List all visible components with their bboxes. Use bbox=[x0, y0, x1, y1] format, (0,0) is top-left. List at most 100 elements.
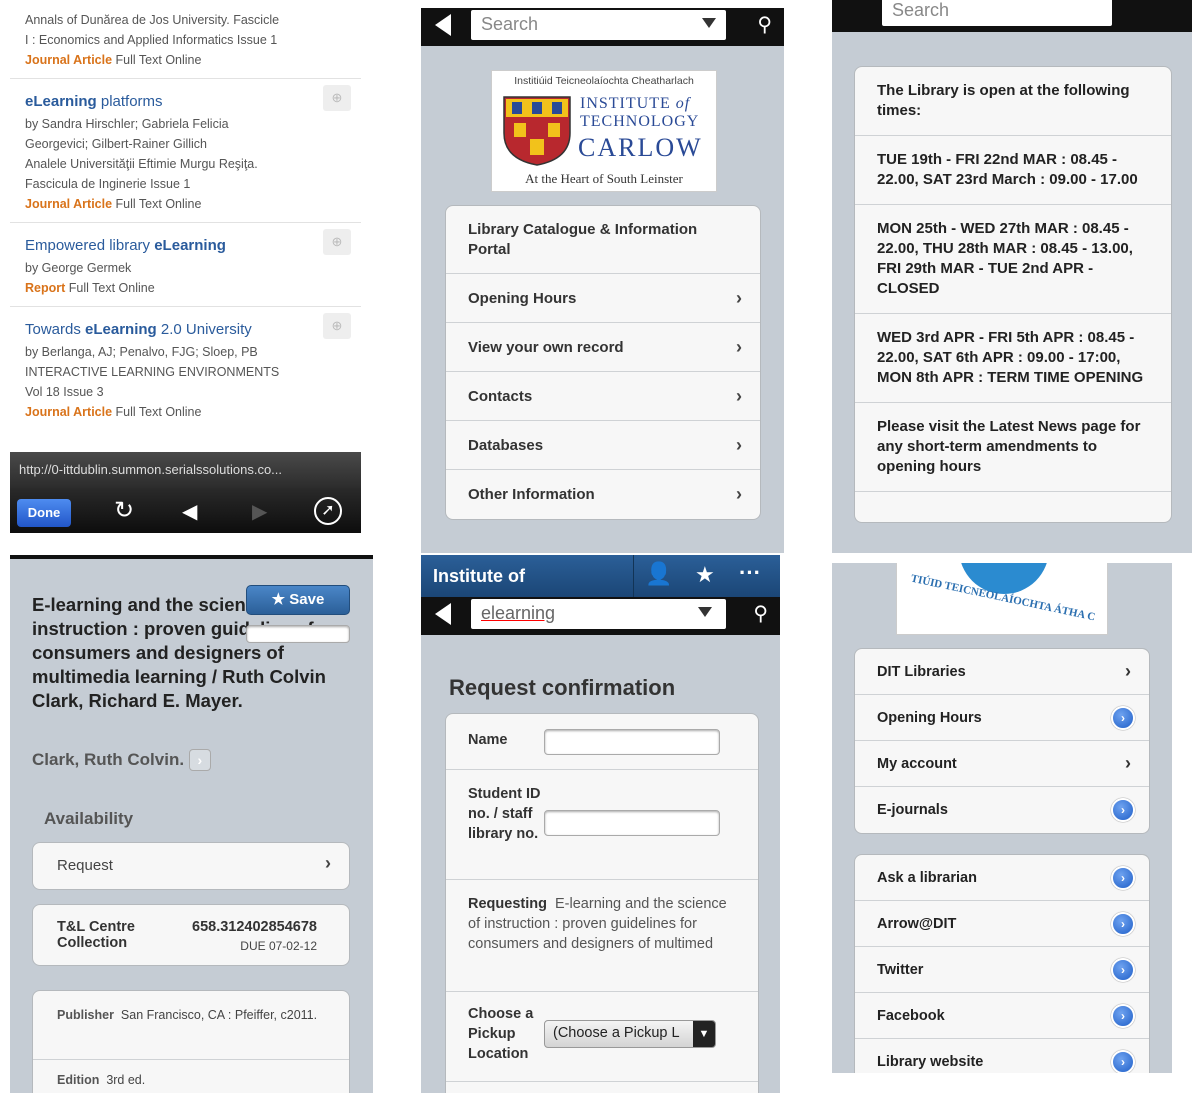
back-arrow-icon[interactable] bbox=[435, 14, 451, 36]
name-field[interactable] bbox=[544, 729, 720, 755]
id-field[interactable] bbox=[544, 810, 720, 836]
search-icon[interactable]: ⚲ bbox=[753, 601, 768, 626]
menu-item-twitter[interactable]: Twitter › bbox=[855, 947, 1149, 993]
menu-item-library-website[interactable]: Library website › bbox=[855, 1039, 1149, 1073]
dropdown-icon[interactable] bbox=[698, 607, 712, 617]
compass-icon[interactable]: ➚ bbox=[314, 497, 342, 525]
result-source: Annals of Dunărea de Jos University. Fas… bbox=[25, 13, 280, 27]
result-source: Analele Universităţii Eftimie Murgu Reşi… bbox=[25, 157, 258, 171]
request-form: Name Student ID no. / staff library no. … bbox=[445, 713, 759, 1093]
url-bar[interactable]: http://0-ittdublin.summon.serialssolutio… bbox=[10, 452, 361, 488]
name-row: Name bbox=[446, 714, 758, 770]
reload-icon[interactable]: ↻ bbox=[114, 496, 134, 525]
detail-disclosure-icon[interactable]: › bbox=[1111, 705, 1135, 730]
dropdown-icon[interactable] bbox=[702, 18, 716, 28]
star-icon[interactable]: ★ bbox=[695, 562, 715, 588]
menu-item-ask-librarian[interactable]: Ask a librarian › bbox=[855, 855, 1149, 901]
search-input[interactable]: elearning bbox=[471, 599, 726, 629]
chevron-right-icon: › bbox=[736, 287, 742, 308]
item-record-panel: E-learning and the science of instructio… bbox=[10, 555, 373, 1093]
menu-item-own-record[interactable]: View your own record › bbox=[446, 323, 760, 372]
menu-item-opening-hours[interactable]: Opening Hours › bbox=[446, 274, 760, 323]
add-to-folder-icon[interactable]: ⊕ bbox=[323, 229, 351, 255]
add-to-folder-icon[interactable]: ⊕ bbox=[323, 313, 351, 339]
id-label: Student ID no. / staff library no. bbox=[468, 786, 541, 842]
chevron-right-icon: › bbox=[736, 484, 742, 504]
hours-entry: WED 3rd APR - FRI 5th APR : 08.45 - 22.0… bbox=[855, 314, 1171, 403]
result-authors: Georgevici; Gilbert-Rainer Gillich bbox=[25, 137, 208, 151]
library-home-panel: Search ⚲ Institiúid Teicneolaíochta Chea… bbox=[421, 8, 784, 553]
user-icon[interactable]: 👤 bbox=[645, 561, 672, 587]
back-icon[interactable]: ◀ bbox=[182, 499, 197, 524]
call-number: 658.312402854678 bbox=[192, 919, 317, 935]
result-type: Journal Article bbox=[25, 53, 113, 67]
add-to-folder-icon[interactable]: ⊕ bbox=[323, 85, 351, 111]
author-link[interactable]: Clark, Ruth Colvin. › bbox=[32, 749, 211, 771]
requesting-row: Requesting E-learning and the science of… bbox=[446, 880, 758, 992]
chevron-right-icon: › bbox=[1125, 753, 1131, 773]
back-arrow-icon[interactable] bbox=[435, 603, 451, 625]
chevron-right-icon: › bbox=[736, 385, 742, 406]
dit-logo: TIÚID TEICNEOLAÍOCHTA ÁTHA C bbox=[896, 563, 1108, 635]
result-source: Fascicula de Inginerie Issue 1 bbox=[25, 177, 191, 191]
menu-item-catalogue[interactable]: Library Catalogue & Information Portal bbox=[446, 206, 760, 274]
search-icon[interactable]: ⚲ bbox=[757, 12, 772, 37]
availability-heading: Availability bbox=[44, 809, 134, 828]
detail-disclosure-icon[interactable]: › bbox=[1111, 1003, 1135, 1028]
result-type-line: Journal Article Full Text Online bbox=[25, 50, 347, 70]
detail-disclosure-icon[interactable]: › bbox=[1111, 865, 1135, 890]
pickup-select[interactable]: (Choose a Pickup L ▼ bbox=[544, 1020, 716, 1048]
menu-item-other-information[interactable]: Other Information › bbox=[446, 470, 760, 519]
star-icon: ★ bbox=[271, 591, 286, 608]
dit-libraries-panel: TIÚID TEICNEOLAÍOCHTA ÁTHA C DIT Librari… bbox=[832, 563, 1172, 1073]
search-bar: Search bbox=[832, 0, 1192, 32]
hours-entry: TUE 19th - FRI 22nd MAR : 08.45 - 22.00,… bbox=[855, 136, 1171, 205]
search-input[interactable]: Search bbox=[471, 10, 726, 40]
result-authors: by Berlanga, AJ; Penalvo, FJG; Sloep, PB bbox=[25, 345, 258, 359]
result-title[interactable]: eLearning platforms bbox=[25, 93, 347, 110]
menu-item-opening-hours[interactable]: Opening Hours › bbox=[855, 695, 1149, 741]
select-arrow-icon: ▼ bbox=[693, 1021, 715, 1047]
menu-item-arrow-dit[interactable]: Arrow@DIT › bbox=[855, 901, 1149, 947]
hours-more[interactable] bbox=[855, 492, 1171, 522]
result-item[interactable]: Empowered library eLearning by George Ge… bbox=[10, 223, 361, 307]
menu-item-my-account[interactable]: My account › bbox=[855, 741, 1149, 787]
request-row[interactable]: Request › bbox=[32, 842, 350, 890]
detail-disclosure-icon[interactable]: › bbox=[1111, 1050, 1135, 1073]
result-title[interactable]: Towards eLearning 2.0 University bbox=[25, 321, 347, 338]
save-input[interactable] bbox=[246, 625, 350, 643]
detail-disclosure-icon[interactable]: › bbox=[1111, 798, 1135, 822]
menu-item-databases[interactable]: Databases › bbox=[446, 421, 760, 470]
search-input[interactable]: Search bbox=[882, 0, 1112, 26]
result-item[interactable]: Annals of Dunărea de Jos University. Fas… bbox=[10, 0, 361, 79]
hours-intro: The Library is open at the following tim… bbox=[855, 67, 1171, 136]
menu-item-contacts[interactable]: Contacts › bbox=[446, 372, 760, 421]
menu-item-e-journals[interactable]: E-journals › bbox=[855, 787, 1149, 833]
more-icon[interactable]: ··· bbox=[739, 560, 761, 586]
detail-disclosure-icon[interactable]: › bbox=[1111, 911, 1135, 936]
publisher-row: Publisher San Francisco, CA : Pfeiffer, … bbox=[57, 1008, 318, 1022]
holding-row: T&L Centre Collection 658.312402854678 D… bbox=[32, 904, 350, 966]
done-button[interactable]: Done bbox=[17, 499, 71, 527]
detail-disclosure-icon[interactable]: › bbox=[1111, 957, 1135, 982]
name-label: Name bbox=[468, 732, 508, 748]
chevron-right-icon: › bbox=[1125, 661, 1131, 681]
result-source: INTERACTIVE LEARNING ENVIRONMENTS bbox=[25, 365, 280, 379]
save-button[interactable]: ★ Save bbox=[246, 585, 350, 615]
menu-item-dit-libraries[interactable]: DIT Libraries › bbox=[855, 649, 1149, 695]
edition-row: Edition 3rd ed. bbox=[57, 1073, 146, 1087]
chevron-right-icon: › bbox=[736, 434, 742, 455]
browser-toolbar: Done ↻ ◀ ▶ ➚ bbox=[10, 488, 361, 533]
logo-irish-text: Institiúid Teicneolaíochta Cheatharlach bbox=[514, 75, 694, 87]
opening-hours-list: The Library is open at the following tim… bbox=[854, 66, 1172, 523]
forward-icon[interactable]: ▶ bbox=[252, 499, 267, 524]
opening-hours-panel: Search The Library is open at the follow… bbox=[832, 0, 1192, 553]
menu-item-facebook[interactable]: Facebook › bbox=[855, 993, 1149, 1039]
request-label: Request bbox=[57, 857, 113, 874]
result-item[interactable]: eLearning platforms by Sandra Hirschler;… bbox=[10, 79, 361, 223]
result-type-line: Journal Article Full Text Online bbox=[25, 194, 347, 214]
result-authors: by Sandra Hirschler; Gabriela Felicia bbox=[25, 117, 229, 131]
chevron-right-icon: › bbox=[325, 853, 331, 873]
result-item[interactable]: Towards eLearning 2.0 University by Berl… bbox=[10, 307, 361, 430]
result-title[interactable]: Empowered library eLearning bbox=[25, 237, 347, 254]
